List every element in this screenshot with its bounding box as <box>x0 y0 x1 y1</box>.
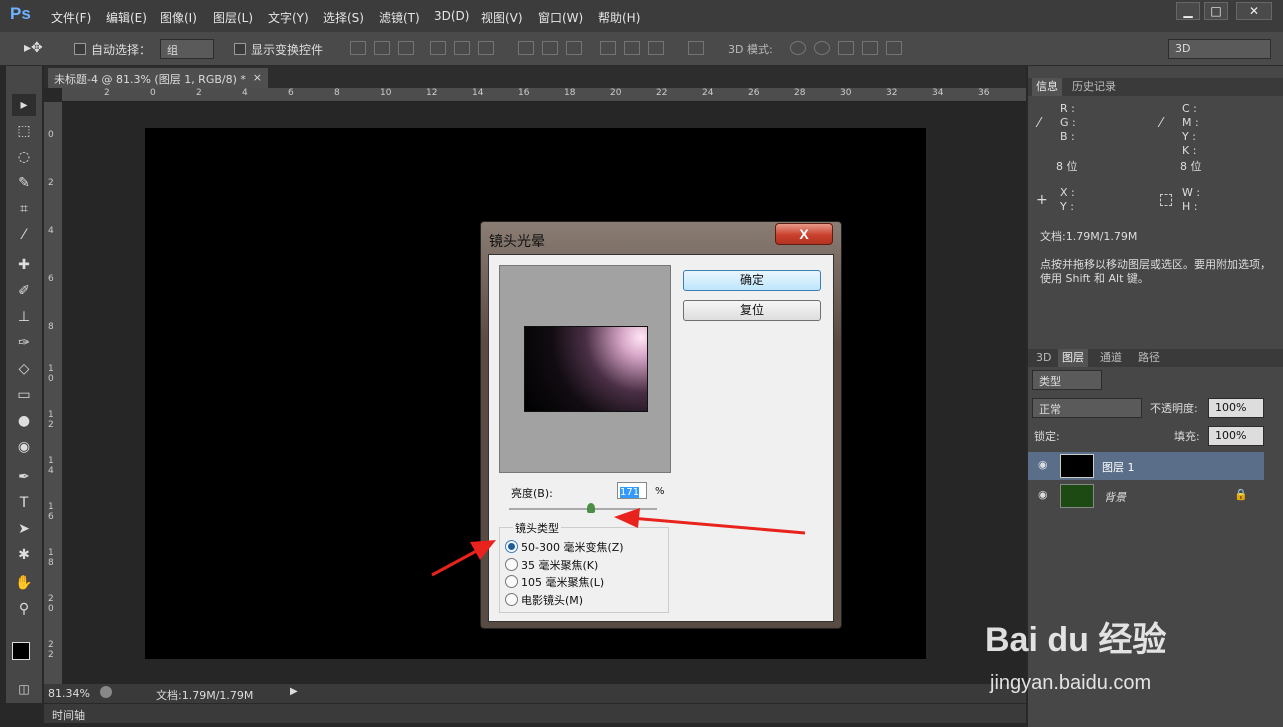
annotation-arrowhead-radio <box>470 540 496 560</box>
baidu-watermark-logo: Bai du 经验 <box>985 621 1167 659</box>
annotation-arrow-slider <box>629 516 806 535</box>
annotation-arrowhead-slider <box>614 508 640 528</box>
baidu-watermark-url: jingyan.baidu.com <box>990 672 1152 694</box>
annotation-arrow-radio <box>431 546 483 577</box>
